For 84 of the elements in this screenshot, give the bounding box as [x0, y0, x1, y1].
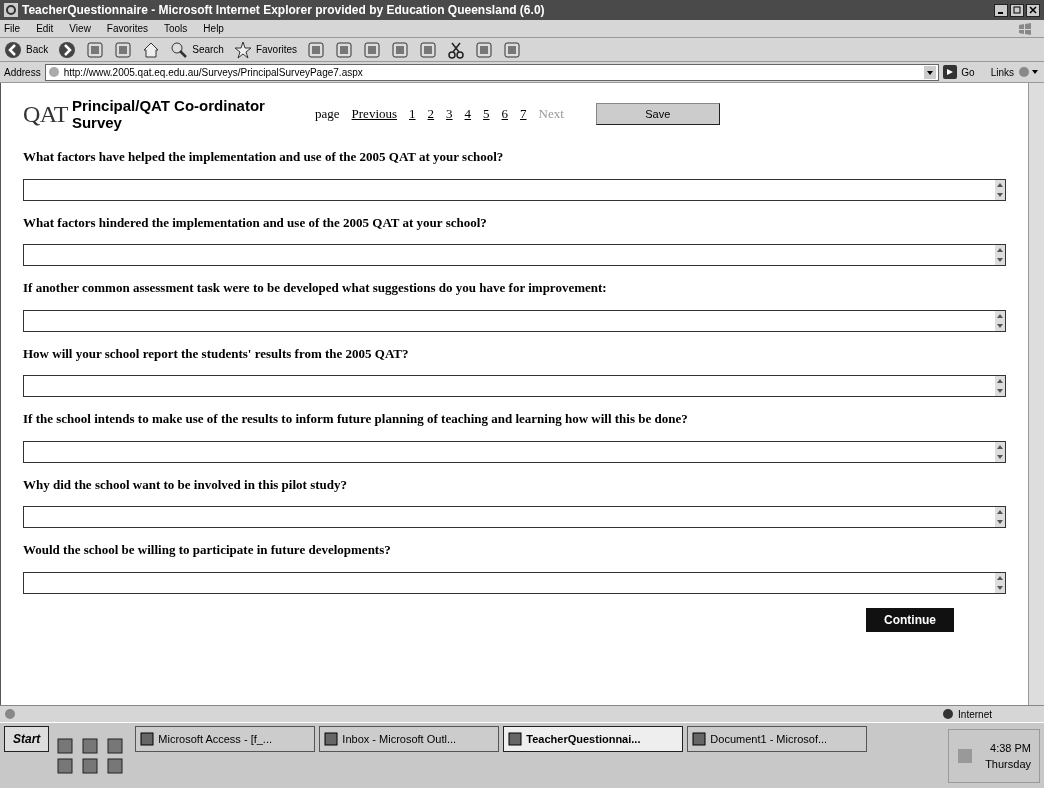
menu-item[interactable]: View: [69, 21, 91, 36]
answer-field[interactable]: [23, 309, 1006, 332]
window-icon: [508, 732, 523, 746]
menu-item[interactable]: Help: [203, 21, 224, 36]
window-icon: [692, 732, 707, 746]
question-text: Why did the school want to be involved in this pilot study?: [23, 475, 348, 494]
window-icon: [140, 732, 155, 746]
question-text: How will your school report the students' results from the 2005 QAT?: [23, 344, 410, 363]
menu-item[interactable]: Tools: [164, 21, 188, 36]
taskbar-task[interactable]: TeacherQuestionnai...: [503, 726, 684, 752]
maximize-button[interactable]: [1010, 3, 1024, 17]
window-title: TeacherQuestionnaire - Microsoft Internet Explorer provided by Education Queensland (6.0): [22, 2, 545, 19]
clock-day: Thursday: [985, 755, 1031, 772]
page-link[interactable]: 2: [427, 104, 435, 124]
window-icon: [324, 732, 339, 746]
page-link[interactable]: 4: [464, 104, 472, 124]
clock-time: 4:38 PM: [990, 740, 1031, 756]
page-label: page: [315, 105, 340, 124]
scroll-arrows-icon: [995, 441, 1005, 462]
close-icon: [1029, 6, 1037, 14]
logo: QAT: [23, 100, 68, 129]
back-icon[interactable]: [4, 40, 22, 59]
address-field[interactable]: http://www.2005.qat.eq.edu.au/Surveys/PrincipalSurveyPage7.aspx: [44, 63, 940, 81]
answer-field[interactable]: [23, 440, 1006, 463]
go-icon[interactable]: [943, 65, 958, 79]
app-icon[interactable]: [57, 757, 74, 774]
answer-field[interactable]: [23, 178, 1006, 201]
close-button[interactable]: [1026, 3, 1040, 17]
question-text: What factors have helped the implementation and use of the 2005 QAT at your school?: [23, 148, 505, 166]
windows-logo-icon: [1018, 21, 1032, 36]
page-link[interactable]: 5: [483, 104, 490, 124]
save-button[interactable]: Save: [595, 103, 720, 125]
scroll-arrows-icon: [995, 179, 1005, 200]
globe-icon: [942, 708, 955, 720]
question-text: If another common assessment task were to be developed what suggestions do you have for improvement:: [23, 279, 608, 297]
menu-item[interactable]: Favorites: [106, 21, 148, 36]
question-text: If the school intends to make use of the results to inform future planning of teaching and learning how will this be done?: [23, 410, 689, 428]
app-icon[interactable]: [106, 757, 123, 774]
scroll-arrows-icon: [995, 310, 1005, 331]
continue-button[interactable]: Continue: [866, 607, 954, 632]
forward-icon[interactable]: [58, 40, 77, 59]
toolbar-label[interactable]: Search: [192, 42, 224, 57]
star-icon[interactable]: [233, 40, 252, 59]
toolbar-label[interactable]: Favorites: [255, 42, 298, 57]
previous-link[interactable]: Previous: [351, 104, 398, 124]
go-label[interactable]: Go: [961, 64, 975, 80]
zone-label: Internet: [958, 707, 992, 722]
maximize-icon: [1013, 6, 1021, 14]
app-icon[interactable]: [82, 757, 98, 774]
scroll-arrows-icon: [995, 507, 1005, 527]
home-icon[interactable]: [142, 40, 161, 59]
toolbar-label[interactable]: Back: [26, 42, 49, 57]
scroll-arrows-icon: [995, 572, 1005, 593]
address-label: Address: [4, 65, 41, 80]
address-text: http://www.2005.qat.eq.edu.au/Surveys/PrincipalSurveyPage7.aspx: [63, 65, 363, 80]
page-link[interactable]: 1: [409, 104, 416, 124]
minimize-button[interactable]: [994, 3, 1008, 17]
taskbar-task[interactable]: Microsoft Access - [f_...: [135, 726, 316, 752]
answer-field[interactable]: [23, 244, 1006, 266]
survey-title: Principal/QAT Co-ordinator Survey: [71, 97, 266, 131]
scroll-arrows-icon: [995, 245, 1005, 265]
answer-field[interactable]: [23, 375, 1006, 397]
page-icon: [47, 66, 60, 78]
search-icon[interactable]: [170, 40, 189, 59]
tray-icon: [957, 747, 974, 764]
start-button[interactable]: Start: [4, 726, 50, 752]
question-text: What factors hindered the implementation and use of the 2005 QAT at your school?: [23, 213, 488, 232]
menu-item[interactable]: Edit: [36, 21, 54, 36]
taskbar-task[interactable]: Document1 - Microsof...: [687, 726, 868, 752]
page-link[interactable]: 6: [501, 104, 509, 124]
answer-field[interactable]: [23, 506, 1006, 528]
page-link[interactable]: 3: [446, 104, 453, 124]
answer-field[interactable]: [23, 571, 1006, 594]
scissors-icon[interactable]: [447, 40, 466, 59]
page-icon: [4, 708, 16, 720]
scroll-arrows-icon: [995, 376, 1005, 396]
links-icon[interactable]: [1018, 65, 1040, 79]
page-link[interactable]: 7: [520, 104, 527, 124]
links-label[interactable]: Links: [990, 64, 1014, 80]
question-text: Would the school be willing to participate in future developments?: [23, 541, 392, 559]
menu-item[interactable]: File: [4, 21, 21, 36]
taskbar-task[interactable]: Inbox - Microsoft Outl...: [319, 726, 500, 752]
scrollbar[interactable]: [1028, 83, 1044, 705]
dropdown-icon[interactable]: [924, 65, 937, 79]
